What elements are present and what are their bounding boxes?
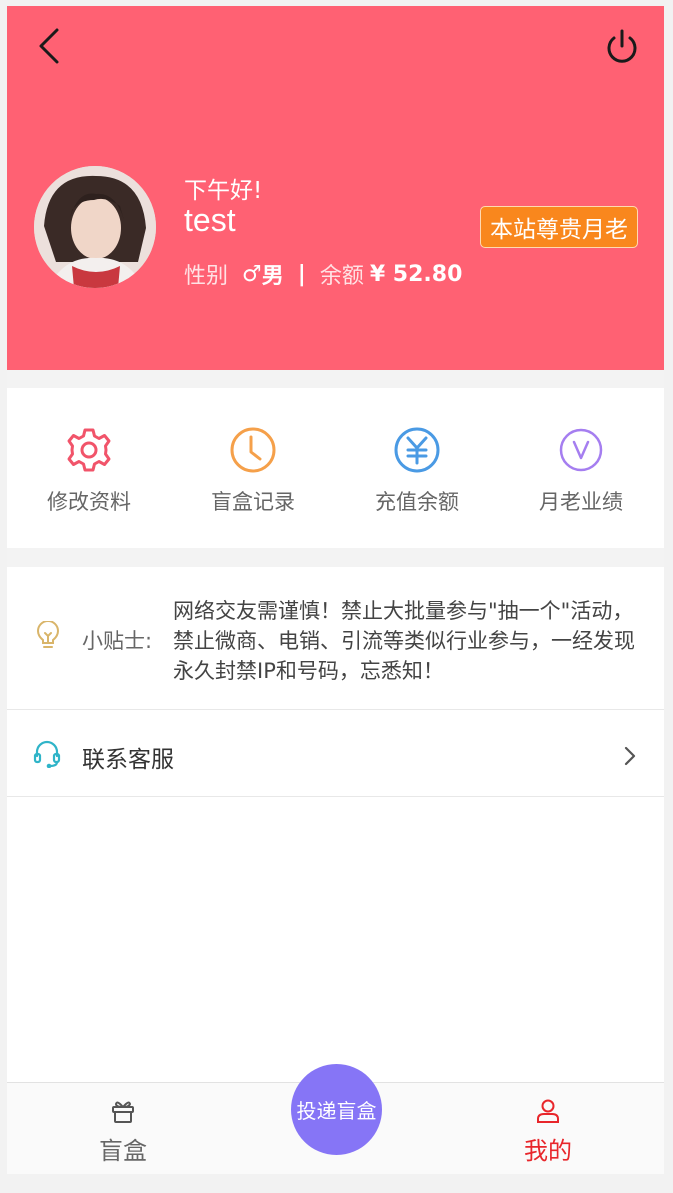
male-icon: ♂ <box>242 261 262 287</box>
menu-item-recharge[interactable]: 充值余额 <box>335 388 499 548</box>
headset-icon <box>33 740 61 768</box>
post-blind-box-button[interactable]: 投递盲盒 <box>291 1064 382 1155</box>
tip-panel: 小贴士: 网络交友需谨慎！禁止大批量参与"抽一个"活动，禁止微商、电销、引流等类… <box>7 567 664 710</box>
avatar-portrait <box>34 166 156 288</box>
service-label: 联系客服 <box>82 747 174 773</box>
quick-menu: 修改资料 盲盒记录 充值余额 月老业绩 <box>7 388 664 548</box>
gear-icon <box>67 428 111 472</box>
menu-item-label: 修改资料 <box>47 490 131 514</box>
menu-item-label: 充值余额 <box>375 490 459 514</box>
balance-value: ¥ 52.80 <box>369 261 463 287</box>
back-arrow-icon[interactable] <box>35 26 71 66</box>
menu-item-label: 月老业绩 <box>539 490 623 514</box>
tip-text: 网络交友需谨慎！禁止大批量参与"抽一个"活动，禁止微商、电销、引流等类似行业参与… <box>173 599 635 683</box>
tab-label: 盲盒 <box>99 1137 147 1165</box>
section-divider <box>7 548 664 567</box>
section-divider <box>7 370 664 388</box>
gender-label: 性别 <box>184 264 229 289</box>
menu-item-box-records[interactable]: 盲盒记录 <box>171 388 335 548</box>
avatar[interactable] <box>34 166 156 288</box>
menu-item-edit-profile[interactable]: 修改资料 <box>7 388 171 548</box>
lightbulb-icon <box>36 621 60 648</box>
clock-icon <box>230 427 276 473</box>
gender-value: 男 <box>261 264 284 289</box>
meta-separator: | <box>297 261 306 287</box>
tab-blind-box[interactable]: 盲盒 <box>63 1083 183 1174</box>
username: test <box>184 202 236 238</box>
app-frame: 下午好! test 性别 ♂ 男 | 余额 ¥ 52.80 本站尊贵月老 修改资… <box>7 6 664 1174</box>
balance-label: 余额 <box>319 264 364 289</box>
tab-mine[interactable]: 我的 <box>488 1083 608 1174</box>
gift-box-icon <box>112 1101 134 1123</box>
chevron-right-icon <box>624 746 636 766</box>
menu-item-label: 盲盒记录 <box>211 490 295 514</box>
contact-service-row[interactable]: 联系客服 <box>7 710 664 797</box>
menu-item-matchmaker-performance[interactable]: 月老业绩 <box>499 388 663 548</box>
profile-meta: 性别 ♂ 男 | 余额 ¥ 52.80 <box>184 258 462 290</box>
greeting-text: 下午好! <box>184 178 263 204</box>
tab-label: 我的 <box>524 1137 572 1165</box>
power-icon[interactable] <box>603 26 641 66</box>
profile-header: 下午好! test 性别 ♂ 男 | 余额 ¥ 52.80 本站尊贵月老 <box>7 6 664 370</box>
yen-icon <box>394 427 440 473</box>
user-icon <box>537 1099 559 1123</box>
vip-badge: 本站尊贵月老 <box>480 206 638 248</box>
tip-label: 小贴士: <box>82 629 153 653</box>
v-circle-icon <box>559 428 603 472</box>
